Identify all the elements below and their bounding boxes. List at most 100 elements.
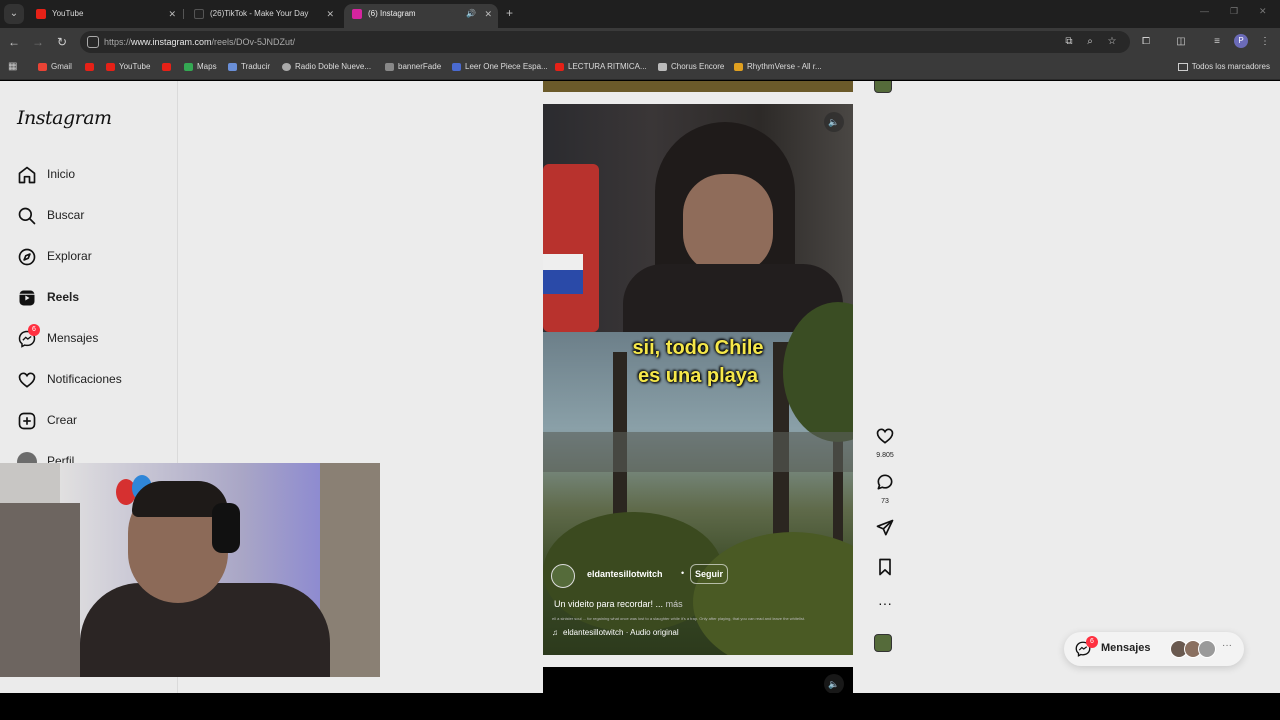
bookmark-page-icon [452,62,461,71]
bookmark-bannerfade[interactable]: bannerFade [385,56,441,78]
bookmark-label: Chorus Encore [671,62,725,71]
close-tab-icon[interactable]: ✕ [326,4,334,24]
mute-toggle-icon[interactable]: 🔈 [824,112,844,132]
menu-icon[interactable]: ⋮ [1258,35,1272,49]
sidebar-item-label: Reels [47,290,80,304]
bookmark-youtube[interactable]: YouTube [106,56,150,78]
install-app-icon[interactable]: ⧉ [1062,35,1076,49]
close-tab-icon[interactable]: ✕ [484,4,492,24]
sidebar-item-explorar[interactable]: Explorar [17,245,167,269]
tiktok-icon [194,8,204,19]
gaming-chair [543,164,599,332]
bookmark-radio[interactable]: Radio Doble Nueve... [282,56,371,78]
bookmark-gmail[interactable]: Gmail [38,56,72,78]
bookmark-lectura[interactable]: LECTURA RITMICA... [555,56,647,78]
sidebar-item-label: Notificaciones [47,372,122,386]
compass-icon [18,248,36,266]
zoom-icon[interactable]: ⌕ [1083,35,1097,49]
tab-tiktok[interactable]: (26)TikTok - Make Your Day ✕ [186,4,340,28]
reel-caption-line-1: sii, todo Chile [632,337,764,359]
previous-reel-author-avatar[interactable] [874,81,892,93]
sidebar-item-label: Explorar [47,249,92,263]
bookmark-youtube-icon-only-2[interactable] [162,56,175,78]
like-button[interactable]: 9.805 [871,426,899,459]
sidebar-item-buscar[interactable]: Buscar [17,204,167,228]
bookmark-onepiece[interactable]: Leer One Piece Espa... [452,56,548,78]
bookmarks-bar: ▦ Gmail YouTube Maps Traducir Radio Dobl… [0,56,1280,80]
tab-instagram[interactable]: (6) Instagram 🔊 ✕ [344,4,498,28]
gmail-icon [38,62,47,71]
extensions-icon[interactable]: ⧠ [1139,35,1153,49]
url-path: /reels/DOv-5JNDZut/ [211,37,296,47]
new-tab-button[interactable]: + [506,6,513,20]
bookmark-rhythmverse[interactable]: RhythmVerse - All r... [734,56,822,78]
tab-title: (6) Instagram [368,9,416,18]
bookmark-label: YouTube [119,62,151,71]
webcam-overlay [0,463,380,677]
tab-search-button[interactable]: ⌄ [4,4,24,24]
back-icon[interactable]: ← [6,34,22,50]
headset [212,503,240,553]
minimize-button[interactable]: — [1200,6,1209,16]
close-tab-icon[interactable]: ✕ [168,4,176,24]
sidebar-item-label: Mensajes [47,331,99,345]
bookmark-label: RhythmVerse - All r... [747,62,822,71]
bookmark-star-icon[interactable]: ☆ [1105,35,1119,49]
notification-badge: 6 [28,324,40,336]
more-link[interactable]: más [666,599,683,609]
close-window-button[interactable]: ✕ [1259,6,1267,17]
sidebar-item-inicio[interactable]: Inicio [17,163,167,187]
messages-pill[interactable]: 6 Mensajes ··· [1064,632,1244,666]
home-icon [18,166,36,184]
heart-icon [18,372,36,388]
audio-track-avatar[interactable] [874,634,892,652]
bookmark-youtube-icon-only[interactable] [85,56,98,78]
bookmark-icon [879,558,891,576]
youtube-icon [36,8,46,19]
apps-grid-icon[interactable]: ▦ [8,62,18,72]
reload-icon[interactable]: ↻ [54,34,70,50]
forward-icon[interactable]: → [30,34,46,50]
screenshot-icon[interactable]: ◫ [1174,35,1188,49]
share-button[interactable] [871,518,899,543]
instagram-logo[interactable]: Instagram [17,107,112,129]
tab-title: (26)TikTok - Make Your Day [210,9,309,18]
bookmark-maps[interactable]: Maps [184,56,217,78]
sidebar-item-mensajes[interactable]: 6 Mensajes [17,324,167,351]
author-name[interactable]: eldantesillotwitch [587,569,663,579]
follow-button[interactable]: Seguir [690,564,728,584]
folder-icon [1177,62,1188,71]
previous-reel-edge[interactable] [543,81,853,92]
tab-divider [183,9,184,19]
site-info-icon[interactable] [87,36,99,48]
media-controls-icon[interactable]: ≡ [1210,35,1224,49]
next-reel-preview[interactable]: 🔈 [543,667,853,693]
author-avatar[interactable] [551,564,575,588]
screen: ⌄ YouTube ✕ (26)TikTok - Make Your Day ✕… [0,0,1280,720]
audio-label: eldantesillotwitch · Audio original [563,628,679,637]
reel-video[interactable]: sii, todo Chile es una playa 🔈 eldantesi… [543,104,853,655]
more-options-icon[interactable]: ··· [871,595,899,611]
address-bar[interactable]: https://www.instagram.com/reels/DOv-5JND… [80,31,1130,53]
all-bookmarks-folder[interactable]: Todos los marcadores [1177,56,1270,78]
mute-toggle-icon[interactable]: 🔈 [824,674,844,693]
sidebar-item-reels[interactable]: Reels [17,286,167,310]
bookmark-chorus[interactable]: Chorus Encore [658,56,724,78]
music-note-icon: ♫ [552,628,558,637]
tab-audio-icon[interactable]: 🔊 [466,4,476,24]
bookmark-label: LECTURA RITMICA... [568,62,647,71]
restore-button[interactable]: ❐ [1230,6,1238,17]
tab-title: YouTube [52,9,84,18]
bookmark-traducir[interactable]: Traducir [228,56,270,78]
plus-square-icon [18,412,36,430]
sidebar-item-notificaciones[interactable]: Notificaciones [17,368,167,392]
tab-youtube[interactable]: YouTube ✕ [28,4,182,28]
reel-audio[interactable]: ♫ eldantesillotwitch · Audio original [552,628,679,637]
save-button[interactable] [871,557,899,582]
profile-avatar[interactable]: P [1234,34,1248,48]
sidebar-item-crear[interactable]: Crear [17,409,167,433]
more-contacts-icon: ··· [1222,640,1232,651]
browser-toolbar: ← → ↻ https://www.instagram.com/reels/DO… [0,28,1280,56]
youtube-icon [555,62,564,71]
comment-button[interactable]: 73 [871,472,899,505]
